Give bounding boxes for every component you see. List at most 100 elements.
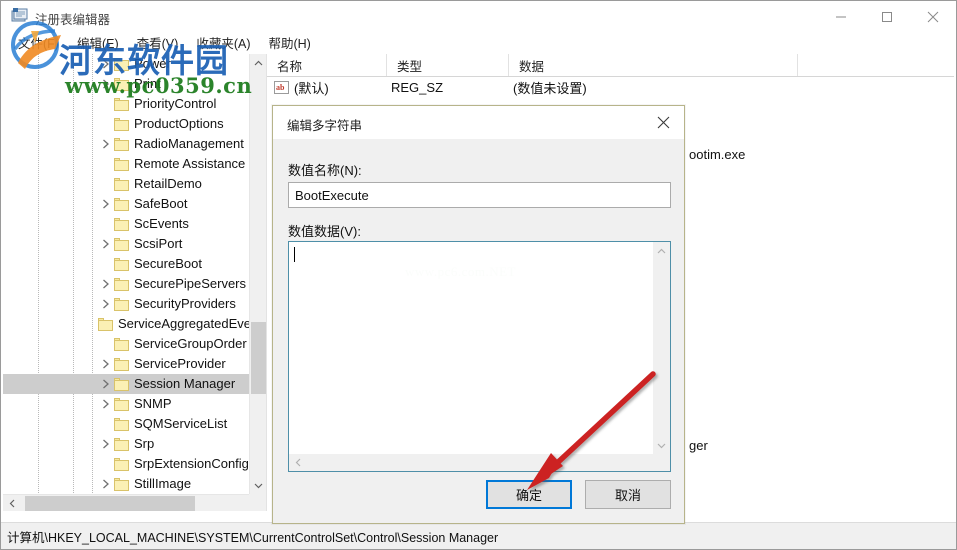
dialog-body: 数值名称(N): 数值数据(V): www.pc6.com.NET: [273, 139, 684, 523]
tree-item-servicegrouporder[interactable]: ServiceGroupOrder: [3, 334, 249, 354]
expand-chevron-icon[interactable]: [98, 374, 114, 394]
cancel-button[interactable]: 取消: [585, 480, 671, 509]
listview-header[interactable]: 名称 类型 数据: [267, 54, 954, 77]
expand-chevron-icon[interactable]: [98, 74, 114, 94]
folder-icon: [114, 237, 129, 251]
tree-item-serviceaggregatedevents[interactable]: ServiceAggregatedEvents: [3, 314, 249, 334]
menu-view[interactable]: 查看(V): [128, 31, 188, 54]
folder-icon: [114, 397, 129, 411]
tree-item-print[interactable]: Print: [3, 74, 249, 94]
tree-vertical-scrollbar[interactable]: [249, 54, 266, 494]
value-data-textarea[interactable]: www.pc6.com.NET: [289, 242, 653, 454]
tree-item-label: ProductOptions: [134, 116, 224, 131]
tree-item-serviceprovider[interactable]: ServiceProvider: [3, 354, 249, 374]
textarea-watermark: www.pc6.com.NET: [405, 264, 516, 279]
window-controls: [818, 1, 956, 32]
tree-item-srp[interactable]: Srp: [3, 434, 249, 454]
tree-item-securityproviders[interactable]: SecurityProviders: [3, 294, 249, 314]
scroll-up-icon[interactable]: [250, 54, 266, 71]
scroll-up-icon[interactable]: [653, 242, 670, 259]
tree-leaf-spacer: [98, 214, 114, 234]
listview-column-header[interactable]: 名称: [267, 54, 387, 76]
tree-hscroll-thumb[interactable]: [25, 496, 195, 511]
tree-scroll-area[interactable]: Power Print PriorityControl ProductOptions R…: [3, 54, 249, 494]
listview-column-header[interactable]: 数据: [509, 54, 798, 76]
close-button[interactable]: [910, 1, 956, 32]
tree-item-stillimage[interactable]: StillImage: [3, 474, 249, 494]
column-label: 名称: [277, 59, 303, 74]
tree-item-label: ScsiPort: [134, 236, 183, 251]
tree-item-label: Remote Assistance: [134, 156, 246, 171]
scroll-down-icon[interactable]: [250, 477, 266, 494]
tree-item-label: Srp: [134, 436, 155, 451]
tree-item-secureboot[interactable]: SecureBoot: [3, 254, 249, 274]
registry-tree[interactable]: Power Print PriorityControl ProductOptions R…: [3, 54, 249, 494]
tree-item-power[interactable]: Power: [3, 54, 249, 74]
tree-item-prioritycontrol[interactable]: PriorityControl: [3, 94, 249, 114]
expand-chevron-icon[interactable]: [98, 274, 114, 294]
minimize-button[interactable]: [818, 1, 864, 32]
tree-horizontal-scrollbar[interactable]: [3, 494, 266, 511]
tree-item-srpextensionconfig[interactable]: SrpExtensionConfig: [3, 454, 249, 474]
expand-chevron-icon[interactable]: [98, 234, 114, 254]
ok-button[interactable]: 确定: [486, 480, 572, 509]
menu-help[interactable]: 帮助(H): [259, 31, 319, 54]
scroll-left-icon[interactable]: [289, 454, 306, 471]
edit-multi-string-dialog: 编辑多字符串 数值名称(N): 数值数据(V): www.pc6.com.NET: [272, 105, 685, 524]
cell-data: (数值未设置): [513, 81, 587, 96]
maximize-button[interactable]: [864, 1, 910, 32]
expand-chevron-icon[interactable]: [98, 54, 114, 74]
listview-column-header[interactable]: 类型: [387, 54, 509, 76]
tree-item-snmp[interactable]: SNMP: [3, 394, 249, 414]
tree-item-session-manager[interactable]: Session Manager: [3, 374, 249, 394]
folder-icon: [114, 277, 129, 291]
tree-item-scevents[interactable]: ScEvents: [3, 214, 249, 234]
tree-item-label: RetailDemo: [134, 176, 202, 191]
status-bar: 计算机\HKEY_LOCAL_MACHINE\SYSTEM\CurrentCon…: [1, 522, 956, 549]
folder-icon: [114, 117, 129, 131]
expand-chevron-icon[interactable]: [98, 394, 114, 414]
folder-icon: [114, 417, 129, 431]
expand-chevron-icon[interactable]: [98, 294, 114, 314]
tree-scroll-thumb[interactable]: [251, 322, 266, 394]
expand-chevron-icon[interactable]: [98, 434, 114, 454]
tree-item-radiomanagement[interactable]: RadioManagement: [3, 134, 249, 154]
tree-item-productoptions[interactable]: ProductOptions: [3, 114, 249, 134]
menu-bar: 文件(F) 编辑(E) 查看(V) 收藏夹(A) 帮助(H): [1, 32, 956, 53]
value-data-label: 数值数据(V):: [288, 224, 361, 239]
tree-leaf-spacer: [98, 414, 114, 434]
textarea-vertical-scrollbar[interactable]: [653, 242, 670, 454]
menu-file[interactable]: 文件(F): [9, 31, 68, 54]
value-name-input[interactable]: [288, 182, 671, 208]
folder-icon: [114, 217, 129, 231]
tree-item-label: ServiceAggregatedEvents: [118, 316, 249, 331]
menu-favorites[interactable]: 收藏夹(A): [187, 31, 259, 54]
tree-item-safeboot[interactable]: SafeBoot: [3, 194, 249, 214]
tree-item-sqmservicelist[interactable]: SQMServiceList: [3, 414, 249, 434]
scroll-left-icon[interactable]: [3, 495, 20, 511]
dialog-close-button[interactable]: [642, 106, 684, 139]
tree-leaf-spacer: [98, 114, 114, 134]
tree-item-retaildemo[interactable]: RetailDemo: [3, 174, 249, 194]
tree-item-scsiport[interactable]: ScsiPort: [3, 234, 249, 254]
listview-row[interactable]: ab (默认) REG_SZ (数值未设置): [267, 76, 954, 99]
expand-chevron-icon[interactable]: [98, 354, 114, 374]
dialog-title: 编辑多字符串: [287, 119, 363, 133]
tree-item-securepipeservers[interactable]: SecurePipeServers: [3, 274, 249, 294]
tree-item-label: StillImage: [134, 476, 192, 491]
menu-edit[interactable]: 编辑(E): [68, 31, 128, 54]
column-label: 数据: [519, 59, 545, 74]
folder-icon: [114, 457, 129, 471]
folder-icon: [114, 157, 129, 171]
expand-chevron-icon[interactable]: [98, 194, 114, 214]
screen: 注册表编辑器 文件(F) 编辑(E) 查看(V) 收藏夹(A) 帮助(H) Po…: [0, 0, 957, 550]
textarea-horizontal-scrollbar[interactable]: [289, 454, 670, 471]
tree-leaf-spacer: [98, 94, 114, 114]
tree-item-remote-assistance[interactable]: Remote Assistance: [3, 154, 249, 174]
expand-chevron-icon[interactable]: [98, 134, 114, 154]
scroll-down-icon[interactable]: [653, 437, 670, 454]
tree-leaf-spacer: [98, 334, 114, 354]
folder-icon: [114, 377, 129, 391]
value-data-textarea-wrap: www.pc6.com.NET: [288, 241, 671, 472]
expand-chevron-icon[interactable]: [98, 474, 114, 494]
